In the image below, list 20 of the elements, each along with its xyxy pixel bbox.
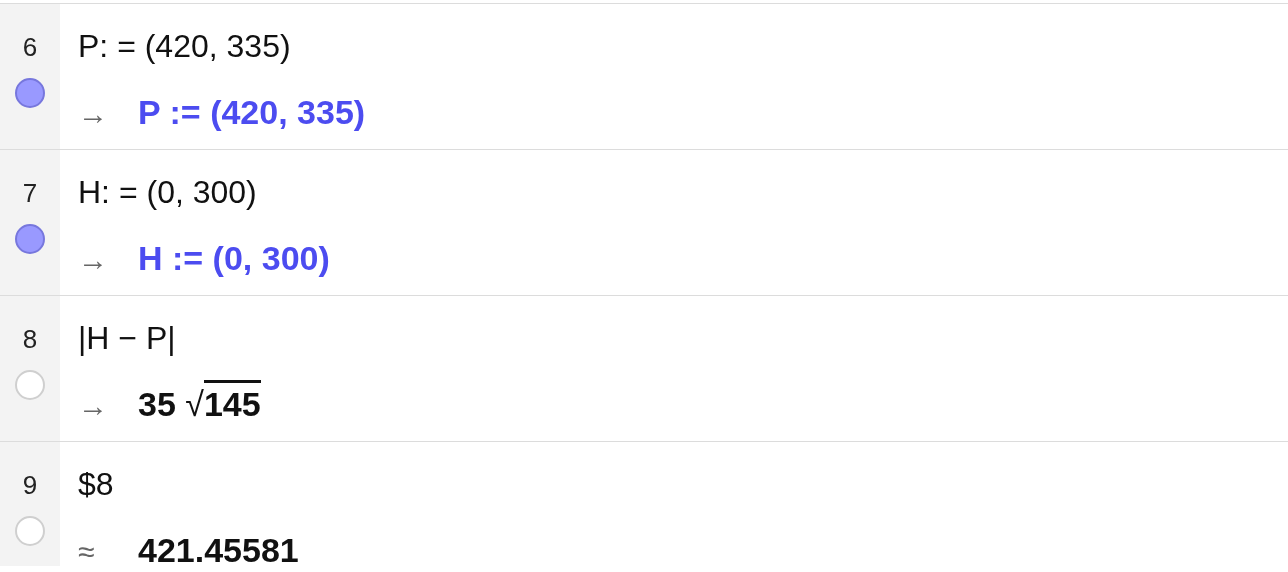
output-result: H := (0, 300) [138,238,330,279]
output-symbol: → [78,389,109,423]
row-number: 7 [22,178,38,208]
output-symbol: → [78,97,109,131]
visibility-toggle[interactable] [15,78,45,108]
row-number: 6 [22,32,38,62]
output-result: 35 √145 [138,380,261,425]
input-expression[interactable]: $8 [78,464,1288,504]
input-expression[interactable]: |H − P| [78,318,1288,358]
row-number: 9 [22,470,38,500]
input-expression[interactable]: P: = (420, 335) [78,26,1288,66]
output-symbol: → [78,243,109,277]
input-expression[interactable]: H: = (0, 300) [78,172,1288,212]
output-symbol: ≈ [78,535,96,566]
output-result: 421.45581 [138,530,299,566]
output-result: P := (420, 335) [138,92,366,133]
visibility-toggle[interactable] [15,370,45,400]
visibility-toggle[interactable] [15,516,45,546]
visibility-toggle[interactable] [15,224,45,254]
row-number: 8 [22,324,38,354]
